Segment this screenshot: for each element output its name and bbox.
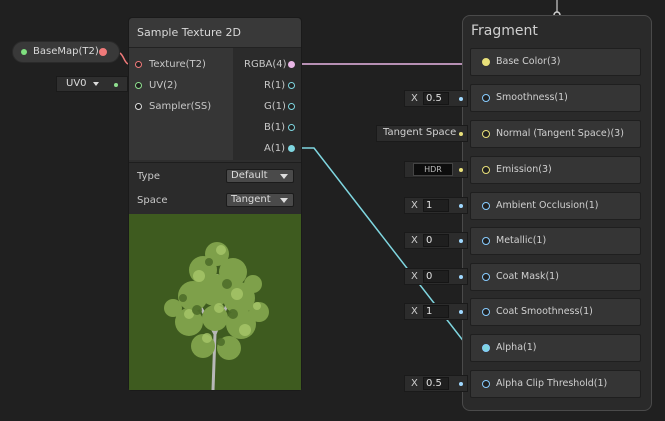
output-label-b: B(1) (264, 122, 286, 133)
uv-connector-dot-icon (114, 83, 118, 87)
uv-channel-dropdown[interactable]: UV0 (56, 76, 128, 92)
x-label: X (411, 378, 418, 389)
metallic-port-icon[interactable] (482, 237, 490, 245)
input-label-uv: UV(2) (149, 80, 178, 91)
slot-alpha-clip-threshold[interactable]: Alpha Clip Threshold(1) (470, 370, 641, 398)
alpha-clip-threshold-input[interactable]: X 0.5 (404, 375, 468, 392)
hdr-color-swatch[interactable]: HDR (413, 163, 453, 176)
slot-coat-mask[interactable]: Coat Mask(1) (470, 263, 641, 291)
slot-label: Base Color(3) (496, 56, 561, 67)
connector-dot-icon (459, 204, 463, 208)
output-label-a: A(1) (264, 143, 286, 154)
coat-mask-input[interactable]: X 0 (404, 268, 468, 285)
output-label-g: G(1) (264, 101, 286, 112)
coat-smoothness-input[interactable]: X 1 (404, 303, 468, 320)
node-title: Sample Texture 2D (137, 26, 241, 39)
slot-label: Normal (Tangent Space)(3) (496, 128, 624, 139)
slot-ambient-occlusion[interactable]: Ambient Occlusion(1) (470, 192, 641, 220)
smoothness-input[interactable]: X 0.5 (404, 90, 468, 107)
slot-base-color[interactable]: Base Color(3) (470, 48, 641, 76)
wire-basemap-to-texture[interactable] (119, 52, 129, 65)
fragment-title: Fragment (471, 23, 538, 39)
basemap-property-node[interactable]: BaseMap(T2) (12, 41, 120, 63)
chevron-down-icon (93, 82, 99, 86)
connector-dot-icon (459, 382, 463, 386)
x-label: X (411, 306, 418, 317)
alpha-clip-threshold-value[interactable]: 0.5 (423, 377, 449, 390)
chevron-down-icon (280, 198, 288, 203)
type-dropdown[interactable]: Default (226, 169, 294, 183)
connector-dot-icon (459, 168, 463, 172)
metallic-value[interactable]: 0 (423, 234, 449, 247)
connector-dot-icon (459, 275, 463, 279)
ambient-occlusion-port-icon[interactable] (482, 202, 490, 210)
ambient-occlusion-value[interactable]: 1 (423, 199, 449, 212)
chevron-down-icon (280, 174, 288, 179)
output-label-r: R(1) (264, 80, 286, 91)
ambient-occlusion-input[interactable]: X 1 (404, 197, 468, 214)
rgba-output-port-icon[interactable] (288, 61, 295, 68)
x-label: X (411, 93, 418, 104)
slot-label: Metallic(1) (496, 235, 547, 246)
normal-space-text: Tangent Space (383, 127, 457, 138)
normal-space-input[interactable]: Tangent Space (376, 125, 468, 142)
shader-graph-canvas[interactable]: BaseMap(T2) UV0 Sample Texture 2D Textur… (0, 0, 665, 421)
x-label: X (411, 271, 418, 282)
x-label: X (411, 235, 418, 246)
x-label: X (411, 200, 418, 211)
type-value: Default (231, 170, 268, 181)
slot-label: Smoothness(1) (496, 92, 568, 103)
normal-port-icon[interactable] (482, 130, 490, 138)
sampler-input-port-icon[interactable] (135, 103, 142, 110)
coat-mask-port-icon[interactable] (482, 273, 490, 281)
slot-label: Ambient Occlusion(1) (496, 200, 599, 211)
uv-value: UV0 (66, 78, 87, 89)
slot-emission[interactable]: Emission(3) (470, 156, 641, 184)
coat-smoothness-value[interactable]: 1 (423, 305, 449, 318)
slot-label: Alpha(1) (496, 342, 537, 353)
property-label: BaseMap(T2) (33, 46, 99, 57)
type-label: Type (137, 171, 160, 182)
b-output-port-icon[interactable] (288, 124, 295, 131)
alpha-port-icon[interactable] (482, 344, 490, 352)
g-output-port-icon[interactable] (288, 103, 295, 110)
base-color-port-icon[interactable] (482, 58, 490, 66)
smoothness-port-icon[interactable] (482, 94, 490, 102)
coat-mask-value[interactable]: 0 (423, 270, 449, 283)
alpha-clip-threshold-port-icon[interactable] (482, 380, 490, 388)
connector-dot-icon (459, 310, 463, 314)
texture-input-port-icon[interactable] (135, 61, 142, 68)
connector-dot-icon (459, 239, 463, 243)
slot-label: Coat Smoothness(1) (496, 306, 593, 317)
sample-texture-2d-node[interactable]: Sample Texture 2D Texture(T2) UV(2) Samp… (128, 17, 302, 391)
property-dot-icon (21, 49, 27, 55)
slot-alpha[interactable]: Alpha(1) (470, 334, 641, 362)
input-label-texture: Texture(T2) (149, 59, 206, 70)
texture-preview (129, 214, 301, 390)
slot-label: Coat Mask(1) (496, 271, 559, 282)
slot-label: Alpha Clip Threshold(1) (496, 378, 608, 389)
smoothness-value[interactable]: 0.5 (423, 92, 449, 105)
slot-metallic[interactable]: Metallic(1) (470, 227, 641, 255)
space-value: Tangent (231, 194, 271, 205)
emission-port-icon[interactable] (482, 166, 490, 174)
space-dropdown[interactable]: Tangent (226, 193, 294, 207)
uv-input-port-icon[interactable] (135, 82, 142, 89)
connector-dot-icon (459, 132, 463, 136)
slot-label: Emission(3) (496, 164, 552, 175)
output-label-rgba: RGBA(4) (244, 59, 287, 70)
input-label-sampler: Sampler(SS) (149, 101, 212, 112)
property-output-port-icon[interactable] (99, 48, 107, 56)
emission-input[interactable]: HDR (404, 161, 468, 178)
slot-smoothness[interactable]: Smoothness(1) (470, 84, 641, 112)
slot-normal[interactable]: Normal (Tangent Space)(3) (470, 120, 641, 148)
coat-smoothness-port-icon[interactable] (482, 308, 490, 316)
tree-texture-image (129, 214, 301, 390)
metallic-input[interactable]: X 0 (404, 232, 468, 249)
r-output-port-icon[interactable] (288, 82, 295, 89)
space-label: Space (137, 195, 168, 206)
slot-coat-smoothness[interactable]: Coat Smoothness(1) (470, 298, 641, 326)
connector-dot-icon (459, 97, 463, 101)
a-output-port-icon[interactable] (288, 145, 295, 152)
